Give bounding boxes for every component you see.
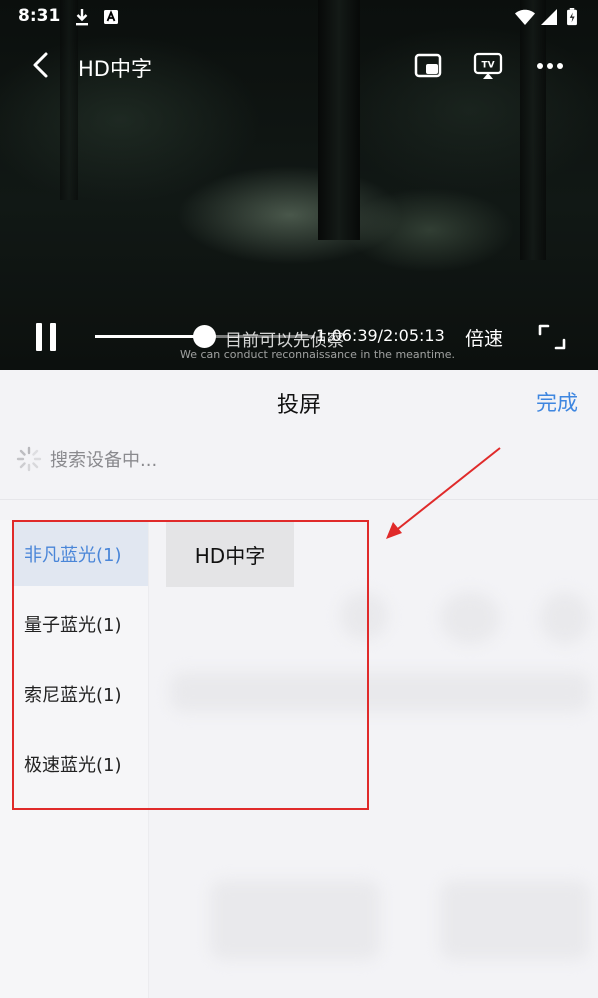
battery-icon (567, 8, 577, 26)
tv-cast-icon[interactable]: TV (472, 50, 504, 82)
download-icon (76, 9, 88, 26)
seek-thumb[interactable] (193, 325, 216, 348)
picture-in-picture-icon[interactable] (412, 50, 444, 82)
background-blur (210, 880, 380, 960)
text-notification-icon (104, 10, 118, 24)
subtitle-english: We can conduct reconnaissance in the mea… (180, 348, 455, 361)
annotation-arrow-icon (386, 447, 501, 539)
fullscreen-icon[interactable] (538, 323, 566, 351)
player-controls: 目前可以先侦察 1:06:39/2:05:13 We can conduct r… (0, 315, 598, 365)
video-player[interactable]: 8:31 HD中字 TV 目前可以先侦察 1:06:39/2:05:13 We … (0, 0, 598, 370)
video-frame-detail (318, 0, 360, 240)
player-top-bar: HD中字 TV (0, 38, 598, 94)
svg-text:TV: TV (481, 61, 494, 71)
status-time: 8:31 (18, 6, 61, 26)
status-bar: 8:31 (0, 0, 598, 34)
timecode: 1:06:39/2:05:13 (316, 326, 445, 345)
wifi-icon (515, 9, 535, 25)
more-dots-icon[interactable] (534, 50, 566, 82)
background-blur (540, 592, 590, 644)
video-title: HD中字 (78, 57, 152, 81)
background-blur (440, 592, 500, 644)
done-button[interactable]: 完成 (536, 387, 578, 417)
searching-status: 搜索设备中... (50, 450, 158, 471)
divider (0, 499, 598, 500)
playback-speed-button[interactable]: 倍速 (465, 324, 503, 351)
cast-sheet-title: 投屏 (276, 393, 321, 418)
seek-bar-progress (95, 335, 204, 338)
background-blur (440, 880, 590, 960)
pause-icon[interactable] (34, 323, 58, 351)
signal-icon (541, 9, 557, 25)
loading-spinner-icon (16, 446, 42, 472)
annotation-highlight-box (12, 520, 369, 810)
back-arrow-icon[interactable] (26, 50, 56, 80)
